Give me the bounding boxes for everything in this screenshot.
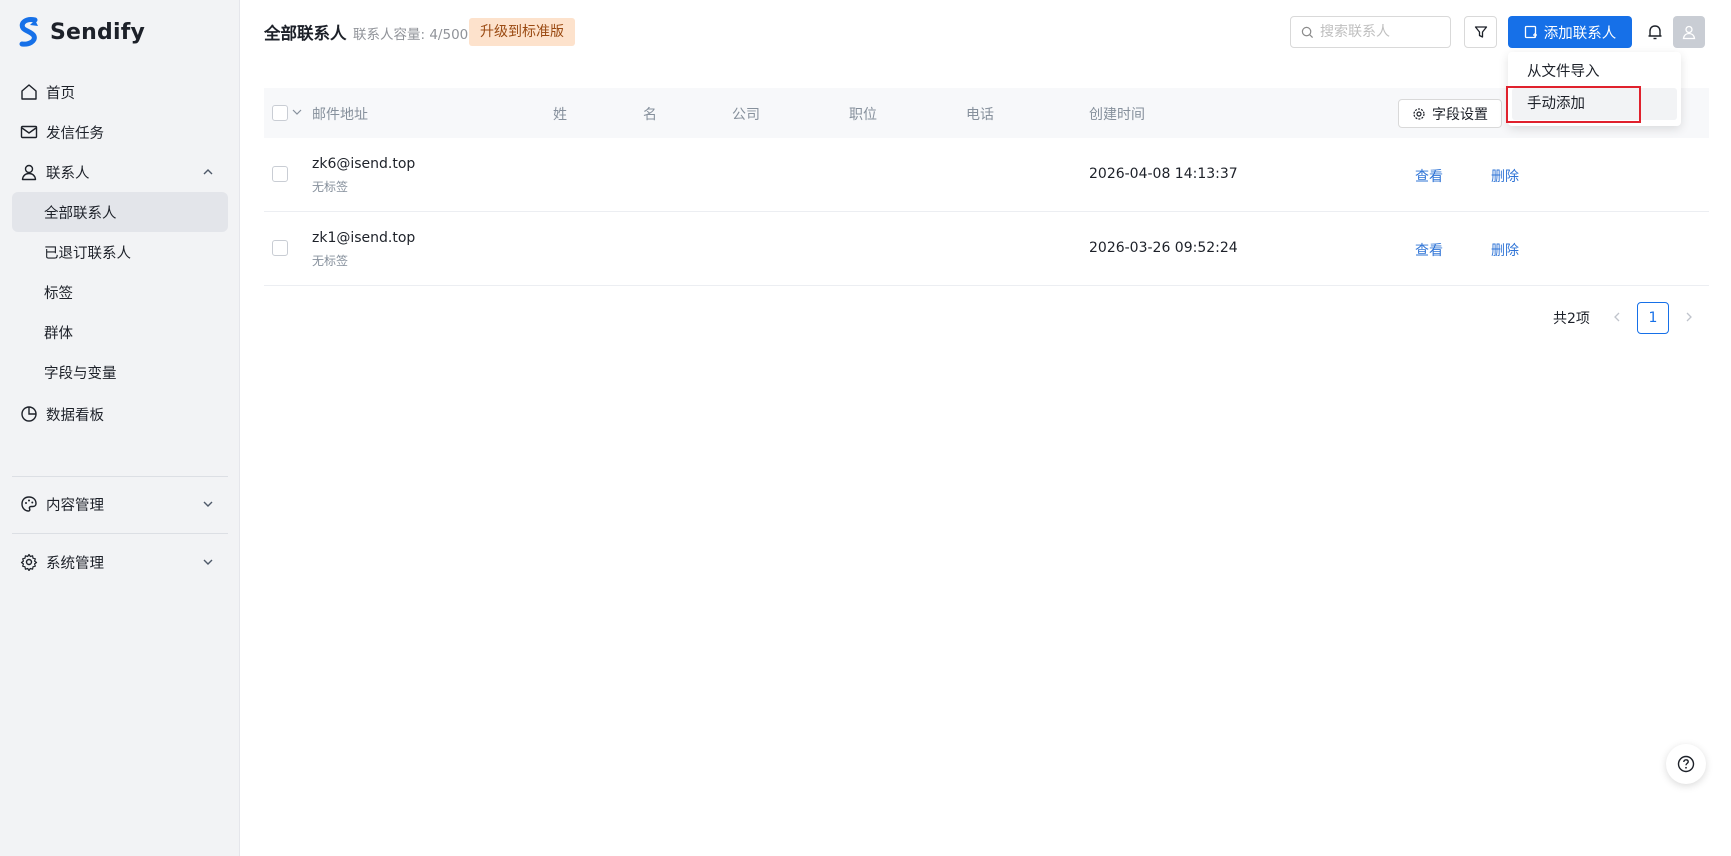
sidebar-item-label: 首页 bbox=[46, 85, 75, 102]
chevron-down-icon bbox=[203, 501, 213, 507]
pagination-total: 共2项 bbox=[1553, 311, 1590, 327]
contact-created-time: 2026-04-08 14:13:37 bbox=[1089, 166, 1238, 182]
sidebar-item-fields-variables[interactable]: 字段与变量 bbox=[12, 352, 228, 392]
column-first-name: 名 bbox=[643, 107, 657, 123]
sidebar-divider bbox=[12, 533, 228, 534]
sidebar-item-label: 系统管理 bbox=[46, 555, 104, 572]
filter-button[interactable] bbox=[1464, 16, 1497, 48]
home-icon bbox=[20, 83, 38, 101]
sidebar-item-label: 联系人 bbox=[46, 165, 90, 182]
view-link[interactable]: 查看 bbox=[1415, 240, 1443, 260]
sidebar: Sendify 首页 发信任务 联系人 全部联系人 已退订联系人 标签 群体 字… bbox=[0, 0, 240, 856]
palette-icon bbox=[20, 495, 38, 513]
mail-icon bbox=[20, 123, 38, 141]
page-number-button[interactable]: 1 bbox=[1637, 302, 1669, 334]
menu-item-import-file[interactable]: 从文件导入 bbox=[1512, 56, 1677, 88]
row-checkbox[interactable] bbox=[272, 166, 288, 182]
view-link[interactable]: 查看 bbox=[1415, 166, 1443, 186]
add-contact-label: 添加联系人 bbox=[1543, 25, 1617, 42]
chevron-right-icon[interactable] bbox=[1682, 310, 1696, 324]
contact-created-time: 2026-03-26 09:52:24 bbox=[1089, 240, 1238, 256]
contact-tags: 无标签 bbox=[312, 254, 349, 268]
contact-email: zk6@isend.top bbox=[312, 156, 416, 172]
sidebar-item-send-tasks[interactable]: 发信任务 bbox=[12, 112, 228, 152]
logo[interactable]: Sendify bbox=[18, 16, 145, 48]
column-created-time: 创建时间 bbox=[1089, 107, 1145, 123]
search-box[interactable] bbox=[1290, 16, 1451, 48]
avatar[interactable] bbox=[1673, 16, 1705, 48]
field-settings-button[interactable]: 字段设置 bbox=[1398, 99, 1502, 128]
column-email: 邮件地址 bbox=[312, 107, 368, 123]
chevron-up-icon bbox=[203, 169, 213, 175]
select-all-checkbox[interactable] bbox=[272, 105, 288, 121]
bell-icon[interactable] bbox=[1645, 22, 1665, 42]
help-button[interactable] bbox=[1666, 744, 1706, 784]
column-position: 职位 bbox=[849, 107, 877, 123]
page-title: 全部联系人 bbox=[264, 24, 347, 43]
delete-link[interactable]: 删除 bbox=[1491, 240, 1519, 260]
sendify-logo-icon bbox=[18, 17, 40, 47]
sidebar-item-dashboard[interactable]: 数据看板 bbox=[12, 394, 228, 434]
sidebar-item-all-contacts[interactable]: 全部联系人 bbox=[12, 192, 228, 232]
sidebar-item-system-management[interactable]: 系统管理 bbox=[12, 542, 228, 582]
sidebar-item-tags[interactable]: 标签 bbox=[12, 272, 228, 312]
upgrade-button[interactable]: 升级到标准版 bbox=[469, 18, 575, 46]
sidebar-item-unsubscribed[interactable]: 已退订联系人 bbox=[12, 232, 228, 272]
gear-icon bbox=[1413, 107, 1425, 120]
sidebar-item-label: 数据看板 bbox=[46, 407, 104, 424]
table-header: 邮件地址 姓 名 公司 职位 电话 创建时间 字段设置 bbox=[264, 88, 1709, 138]
search-icon bbox=[1301, 26, 1314, 38]
search-input[interactable] bbox=[1320, 24, 1445, 40]
contact-email: zk1@isend.top bbox=[312, 230, 416, 246]
brand-name: Sendify bbox=[50, 19, 146, 45]
user-avatar-icon bbox=[1682, 25, 1696, 40]
app-window: Sendify 首页 发信任务 联系人 全部联系人 已退订联系人 标签 群体 字… bbox=[0, 0, 1731, 856]
table-row: zk6@isend.top 无标签 2026-04-08 14:13:37 查看… bbox=[264, 138, 1709, 212]
row-checkbox[interactable] bbox=[272, 240, 288, 256]
field-settings-label: 字段设置 bbox=[1432, 106, 1488, 123]
pie-chart-icon bbox=[20, 405, 38, 423]
delete-link[interactable]: 删除 bbox=[1491, 166, 1519, 186]
chevron-down-icon[interactable] bbox=[291, 106, 303, 118]
chevron-left-icon[interactable] bbox=[1610, 310, 1624, 324]
chevron-down-icon bbox=[203, 559, 213, 565]
contact-tags: 无标签 bbox=[312, 180, 349, 194]
highlight-annotation bbox=[1506, 86, 1641, 123]
sidebar-item-content-management[interactable]: 内容管理 bbox=[12, 484, 228, 524]
user-icon bbox=[20, 163, 38, 181]
sidebar-item-home[interactable]: 首页 bbox=[12, 72, 228, 112]
column-last-name: 姓 bbox=[553, 107, 567, 123]
main-content: 全部联系人 联系人容量: 4/500 升级到标准版 添加联系人 邮件地址 姓 名… bbox=[240, 0, 1731, 856]
sidebar-item-label: 发信任务 bbox=[46, 125, 104, 142]
sidebar-divider bbox=[12, 476, 228, 477]
question-icon bbox=[1677, 755, 1695, 773]
table-row: zk1@isend.top 无标签 2026-03-26 09:52:24 查看… bbox=[264, 212, 1709, 286]
contact-capacity: 联系人容量: 4/500 bbox=[353, 27, 469, 43]
column-company: 公司 bbox=[732, 107, 760, 123]
add-contact-button[interactable]: 添加联系人 bbox=[1508, 16, 1632, 48]
sidebar-item-contacts[interactable]: 联系人 bbox=[12, 152, 228, 192]
gear-icon bbox=[20, 553, 38, 571]
filter-icon bbox=[1474, 26, 1487, 38]
sidebar-item-groups[interactable]: 群体 bbox=[12, 312, 228, 352]
add-contact-icon bbox=[1524, 25, 1537, 39]
column-phone: 电话 bbox=[966, 107, 994, 123]
sidebar-item-label: 内容管理 bbox=[46, 497, 104, 514]
